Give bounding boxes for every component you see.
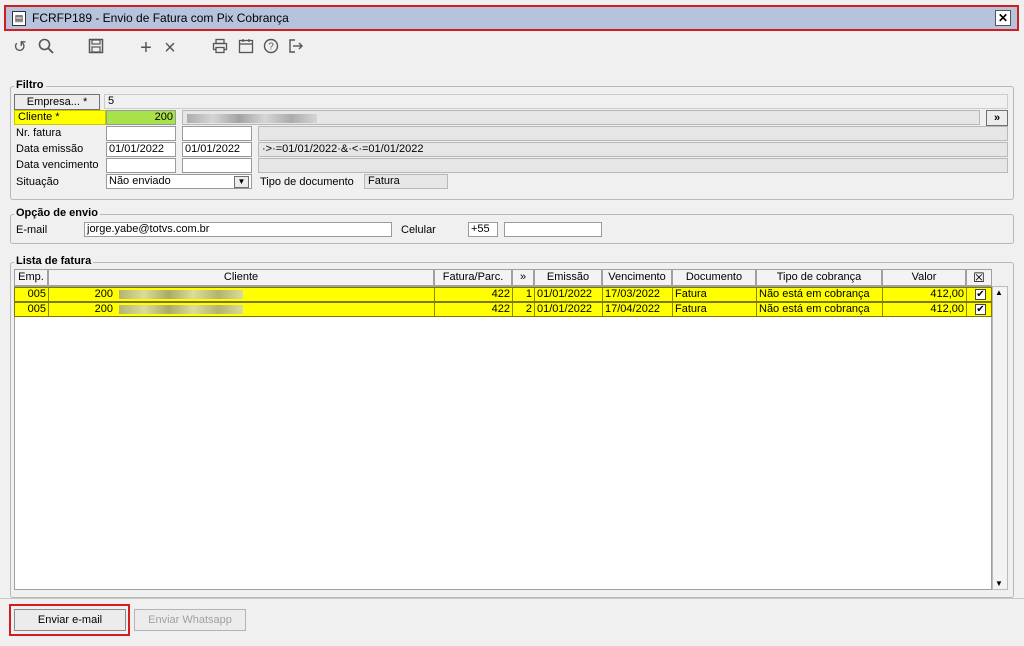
col-tipo-cobranca[interactable]: Tipo de cobrança [756, 269, 882, 286]
data-vencimento-expr [258, 158, 1008, 173]
close-button[interactable]: ✕ [995, 10, 1011, 26]
col-more[interactable]: » [512, 269, 534, 286]
col-vencimento[interactable]: Vencimento [602, 269, 672, 286]
window-title: FCRFP189 - Envio de Fatura com Pix Cobra… [32, 11, 289, 25]
cliente-more-button[interactable]: » [986, 110, 1008, 126]
select-all-checkbox[interactable]: ☒ [966, 269, 992, 286]
data-emissao-to-input[interactable]: 01/01/2022 [182, 142, 252, 157]
send-email-button[interactable]: Enviar e-mail [14, 609, 126, 631]
row-vencimento: 17/03/2022 [603, 288, 673, 301]
ddi-input[interactable]: +55 [468, 222, 498, 237]
chevron-up-icon[interactable]: ▲ [995, 288, 1003, 297]
nr-fatura-from-input[interactable] [106, 126, 176, 141]
redacted-text [187, 114, 317, 123]
add-icon[interactable]: + [136, 38, 156, 58]
calendar-icon[interactable] [236, 38, 256, 58]
row-cliente-code: 200 [94, 288, 113, 300]
vertical-scrollbar[interactable]: ▲ ▼ [992, 286, 1008, 590]
envio-legend: Opção de envio [14, 207, 100, 219]
col-emissao[interactable]: Emissão [534, 269, 602, 286]
undo-icon[interactable]: ↺ [10, 38, 30, 58]
exit-icon[interactable] [286, 38, 306, 58]
row-cliente-name [115, 303, 435, 316]
chevron-down-icon[interactable]: ▼ [234, 176, 249, 188]
table-row[interactable]: 005 200 422 2 01/01/2022 17/04/2022 Fatu… [14, 302, 992, 317]
nr-fatura-label: Nr. fatura [16, 127, 62, 139]
table-row[interactable]: 005 200 422 1 01/01/2022 17/03/2022 Fatu… [14, 287, 992, 302]
redacted-text [119, 290, 243, 299]
email-input[interactable]: jorge.yabe@totvs.com.br [84, 222, 392, 237]
tipo-doc-label: Tipo de documento [260, 176, 354, 188]
remove-icon[interactable]: × [160, 38, 180, 58]
row-emp: 005 [15, 288, 49, 301]
col-documento[interactable]: Documento [672, 269, 756, 286]
cliente-name-field [182, 110, 980, 125]
footer-divider [0, 598, 1024, 599]
data-emissao-expr: ·>·=01/01/2022·&·<·=01/01/2022 [258, 142, 1008, 157]
row-vencimento: 17/04/2022 [603, 303, 673, 316]
email-label: E-mail [16, 224, 48, 236]
data-vencimento-from-input[interactable] [106, 158, 176, 173]
col-emp[interactable]: Emp. [14, 269, 48, 286]
row-checkbox[interactable]: ✔ [975, 304, 986, 315]
row-emissao: 01/01/2022 [535, 303, 603, 316]
row-fatura: 422 [435, 288, 513, 301]
row-documento: Fatura [673, 303, 757, 316]
search-icon[interactable] [36, 38, 56, 58]
row-documento: Fatura [673, 288, 757, 301]
redacted-text [119, 305, 243, 314]
svg-text:?: ? [268, 42, 274, 53]
tipo-doc-value: Fatura [364, 174, 448, 189]
row-cliente-name [115, 288, 435, 301]
col-cliente[interactable]: Cliente [48, 269, 434, 286]
col-fatura[interactable]: Fatura/Parc. [434, 269, 512, 286]
print-icon[interactable] [210, 38, 230, 58]
nr-fatura-to-input[interactable] [182, 126, 252, 141]
document-icon: ▤ [12, 11, 26, 26]
toolbar: ↺ + × ? [0, 34, 1024, 62]
row-fatura: 422 [435, 303, 513, 316]
cliente-code-input[interactable]: 200 [106, 110, 176, 125]
celular-input[interactable] [504, 222, 602, 237]
row-valor: 412,00 [883, 303, 967, 316]
help-icon[interactable]: ? [261, 38, 281, 58]
empresa-value: 5 [104, 94, 1008, 109]
situacao-select[interactable]: Não enviado [106, 174, 252, 189]
row-valor: 412,00 [883, 288, 967, 301]
row-tipo-cobranca: Não está em cobrança [757, 288, 883, 301]
title-bar: ▤ FCRFP189 - Envio de Fatura com Pix Cob… [4, 5, 1019, 31]
data-emissao-from-input[interactable]: 01/01/2022 [106, 142, 176, 157]
row-emp: 005 [15, 303, 49, 316]
data-vencimento-to-input[interactable] [182, 158, 252, 173]
col-valor[interactable]: Valor [882, 269, 966, 286]
empresa-button[interactable]: Empresa... * [14, 94, 100, 110]
row-emissao: 01/01/2022 [535, 288, 603, 301]
row-parc: 2 [513, 303, 535, 316]
nr-fatura-expr [258, 126, 1008, 141]
send-whatsapp-button[interactable]: Enviar Whatsapp [134, 609, 246, 631]
save-icon[interactable] [86, 38, 106, 58]
row-tipo-cobranca: Não está em cobrança [757, 303, 883, 316]
row-checkbox[interactable]: ✔ [975, 289, 986, 300]
row-cliente-code: 200 [94, 303, 113, 315]
grid-body [14, 286, 992, 590]
data-emissao-label: Data emissão [16, 143, 84, 155]
celular-label: Celular [401, 224, 436, 236]
chevron-down-icon[interactable]: ▼ [995, 579, 1003, 588]
lista-legend: Lista de fatura [14, 255, 94, 267]
row-parc: 1 [513, 288, 535, 301]
data-vencimento-label: Data vencimento [16, 159, 99, 171]
cliente-label: Cliente * [14, 110, 106, 125]
filter-legend: Filtro [14, 79, 46, 91]
situacao-value: Não enviado [109, 175, 171, 187]
situacao-label: Situação [16, 176, 59, 188]
